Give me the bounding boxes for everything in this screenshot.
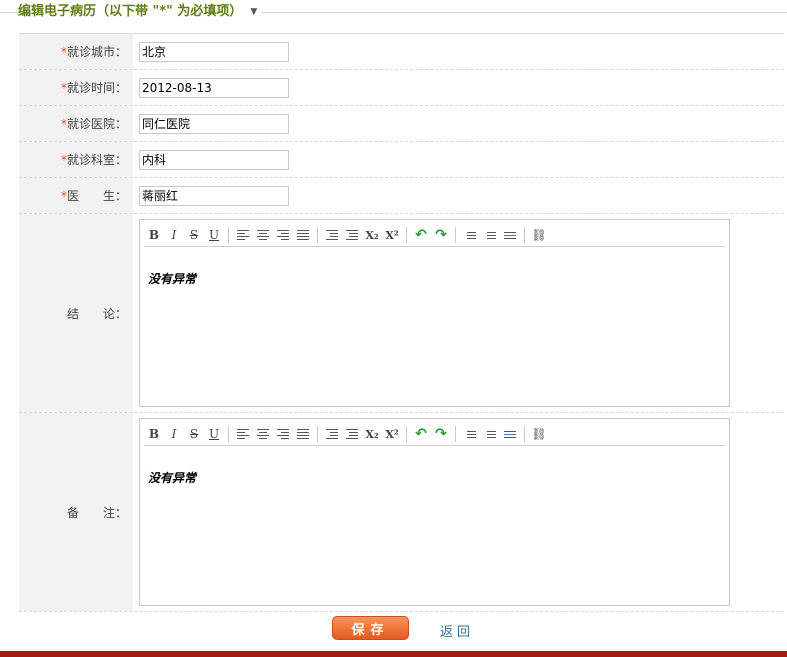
link-icon[interactable]: ⛓ [529, 425, 549, 443]
align-justify-icon[interactable] [293, 425, 313, 443]
remarks-content[interactable]: 没有异常 [148, 469, 196, 486]
align-justify-icon[interactable] [293, 226, 313, 244]
align-center-icon[interactable] [253, 425, 273, 443]
unordered-list-icon[interactable] [480, 226, 500, 244]
redo-icon[interactable]: ↷ [431, 425, 451, 443]
align-center-icon[interactable] [253, 226, 273, 244]
outdent-icon[interactable] [342, 226, 362, 244]
indent-icon[interactable] [322, 425, 342, 443]
align-left-icon[interactable] [233, 425, 253, 443]
outdent-icon[interactable] [342, 425, 362, 443]
form-row-department: * 就诊科室： [19, 142, 784, 178]
align-right-icon[interactable] [273, 425, 293, 443]
back-link[interactable]: 返回 [440, 621, 474, 640]
subscript-button[interactable]: X₂ [362, 425, 382, 443]
medical-record-form: *就诊城市： *就诊时间： *就诊医院： *就诊科室： *医 生： 结 论： B… [19, 33, 784, 612]
unordered-list-icon[interactable] [480, 425, 500, 443]
section-title-text: 编辑电子病历（以下带 "*" 为必填项） [18, 4, 243, 19]
indent-icon[interactable] [322, 226, 342, 244]
conclusion-content[interactable]: 没有异常 [148, 270, 196, 287]
section-title[interactable]: 编辑电子病历（以下带 "*" 为必填项） ▼ [18, 2, 262, 22]
underline-button[interactable]: U [204, 425, 224, 443]
link-icon[interactable]: ⛓ [529, 226, 549, 244]
strikethrough-button[interactable]: S [184, 226, 204, 244]
ordered-list-icon[interactable] [460, 425, 480, 443]
label-conclusion: 结 论： [19, 214, 133, 412]
label-doctor: * 医 生： [19, 178, 133, 213]
redo-icon[interactable]: ↷ [431, 226, 451, 244]
form-row-remarks: 备 注： B I S U X₂ X² ↶ ↷ ⛓ 没有异常 [19, 413, 784, 612]
remarks-editor[interactable]: B I S U X₂ X² ↶ ↷ ⛓ 没有异常 [139, 418, 730, 606]
chevron-down-icon[interactable]: ▼ [250, 2, 257, 22]
hospital-input[interactable] [139, 113, 289, 134]
form-row-date: * 就诊时间： [19, 70, 784, 106]
label-department: * 就诊科室： [19, 142, 133, 177]
editor-toolbar: B I S U X₂ X² ↶ ↷ ⛓ [144, 423, 725, 446]
form-row-doctor: * 医 生： [19, 178, 784, 214]
strikethrough-button[interactable]: S [184, 425, 204, 443]
bold-button[interactable]: B [144, 226, 164, 244]
underline-button[interactable]: U [204, 226, 224, 244]
align-right-icon[interactable] [273, 226, 293, 244]
form-row-conclusion: 结 论： B I S U X₂ X² ↶ ↷ ⛓ 没有异常 [19, 214, 784, 413]
label-date: * 就诊时间： [19, 70, 133, 105]
superscript-button[interactable]: X² [382, 226, 402, 244]
undo-icon[interactable]: ↶ [411, 226, 431, 244]
undo-icon[interactable]: ↶ [411, 425, 431, 443]
ordered-list-icon[interactable] [460, 226, 480, 244]
footer-bar [0, 651, 787, 657]
superscript-button[interactable]: X² [382, 425, 402, 443]
horizontal-rule-icon[interactable] [500, 226, 520, 244]
form-row-city: * 就诊城市： [19, 33, 784, 70]
conclusion-editor[interactable]: B I S U X₂ X² ↶ ↷ ⛓ 没有异常 [139, 219, 730, 407]
form-row-hospital: * 就诊医院： [19, 106, 784, 142]
label-remarks: 备 注： [19, 413, 133, 611]
editor-toolbar: B I S U X₂ X² ↶ ↷ ⛓ [144, 224, 725, 247]
city-input[interactable] [139, 41, 289, 62]
section-header: 编辑电子病历（以下带 "*" 为必填项） ▼ [0, 0, 787, 26]
label-hospital: * 就诊医院： [19, 106, 133, 141]
date-input[interactable] [139, 77, 289, 98]
label-city: * 就诊城市： [19, 34, 133, 69]
save-button[interactable]: 保存 [332, 616, 409, 640]
doctor-input[interactable] [139, 185, 289, 206]
italic-button[interactable]: I [164, 226, 184, 244]
form-actions: 保存 返回 [0, 612, 787, 642]
horizontal-rule-icon[interactable] [500, 425, 520, 443]
subscript-button[interactable]: X₂ [362, 226, 382, 244]
department-input[interactable] [139, 149, 289, 170]
align-left-icon[interactable] [233, 226, 253, 244]
italic-button[interactable]: I [164, 425, 184, 443]
bold-button[interactable]: B [144, 425, 164, 443]
